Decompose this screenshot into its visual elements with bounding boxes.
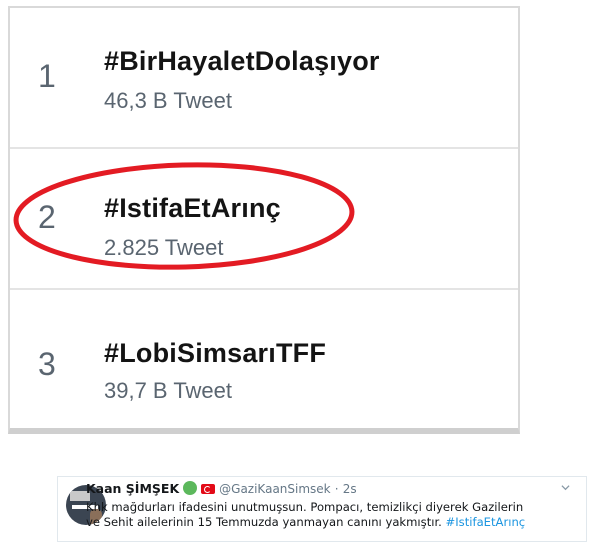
trend-hashtag[interactable]: #BirHayaletDolaşıyor [104, 46, 380, 77]
tweet-text-line: ve Sehit ailelerinin 15 Temmuzda yanmaya… [86, 515, 576, 530]
trend-item[interactable]: 2 #IstifaEtArınç 2.825 Tweet [10, 149, 518, 290]
trend-hashtag[interactable]: #LobiSimsarıTFF [104, 338, 326, 369]
trend-hashtag[interactable]: #IstifaEtArınç [104, 193, 281, 224]
tweet-header: Kaan ŞİMŞEK @GaziKaanSimsek · 2s [86, 481, 357, 497]
user-handle[interactable]: @GaziKaanSimsek [219, 482, 330, 496]
tweet-timestamp[interactable]: 2s [343, 482, 357, 496]
green-circle-icon [183, 481, 198, 495]
separator: · [334, 482, 339, 496]
trend-rank: 2 [38, 199, 56, 235]
tweet-hashtag-link[interactable]: #IstifaEtArınç [446, 515, 526, 529]
trend-tweet-count: 46,3 B Tweet [104, 88, 233, 113]
trend-item[interactable]: 1 #BirHayaletDolaşıyor 46,3 B Tweet [10, 8, 518, 149]
trend-tweet-count: 2.825 Tweet [104, 235, 224, 260]
trend-item[interactable]: 3 #LobiSimsarıTFF 39,7 B Tweet [10, 290, 518, 431]
tweet-text-line: Khk mağdurları ifadesini unutmuşsun. Pom… [86, 500, 524, 514]
turkey-flag-icon [201, 484, 216, 494]
trend-tweet-count: 39,7 B Tweet [104, 378, 233, 403]
trend-rank: 1 [38, 58, 56, 94]
chevron-down-icon[interactable] [561, 483, 570, 492]
trend-rank: 3 [38, 346, 56, 382]
trends-list: 1 #BirHayaletDolaşıyor 46,3 B Tweet 2 #I… [8, 6, 520, 434]
tweet-text-line-body: ve Sehit ailelerinin 15 Temmuzda yanmaya… [86, 515, 442, 529]
tweet-card[interactable]: Kaan ŞİMŞEK @GaziKaanSimsek · 2s Khk mağd… [57, 476, 587, 542]
tweet-text: Khk mağdurları ifadesini unutmuşsun. Pom… [86, 500, 576, 530]
display-name[interactable]: Kaan ŞİMŞEK [86, 481, 179, 496]
